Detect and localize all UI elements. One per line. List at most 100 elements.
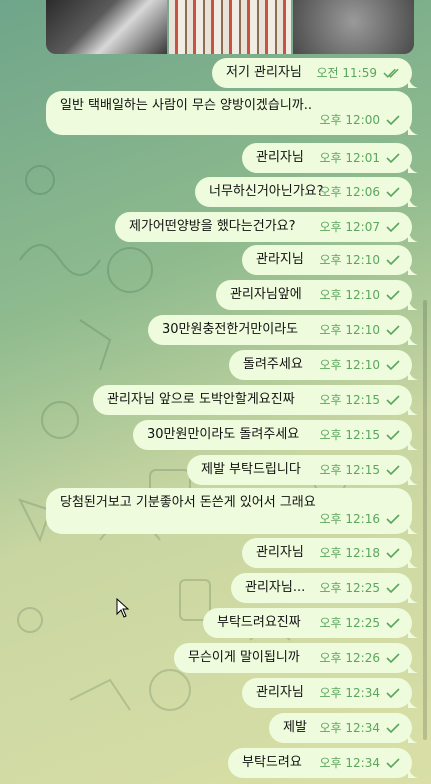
message-time: 오후 12:25 [319,581,380,595]
bubble-tail [408,298,418,310]
message-meta: 오후 12:10 [320,321,400,339]
message-bubble[interactable]: 제발 오후 12:34 [269,713,418,743]
bubble-tail [408,403,418,415]
check-icon [386,758,400,768]
message-time: 오후 12:26 [319,651,380,665]
message-bubble[interactable]: 부탁드려요 오후 12:34 [228,748,418,778]
double-check-icon [383,68,400,78]
media-album-preview[interactable] [46,0,414,54]
check-icon [386,583,400,593]
message-meta: 오후 12:25 [320,579,400,597]
check-icon [386,653,400,663]
album-photo-1[interactable] [46,0,168,54]
check-icon [386,688,400,698]
bubble-tail [408,661,418,673]
message-text: 관리자님... [245,580,306,595]
message-meta: 오후 12:18 [320,544,400,562]
message-bubble[interactable]: 관라지님 오후 12:10 [242,245,418,275]
message-time: 오후 12:18 [319,546,380,560]
message-text: 너무하신거아닌가요? [209,184,324,199]
message-text: 관리자님 [256,150,304,165]
bubble-tail [408,522,418,534]
message-bubble[interactable]: 제발 부탁드립니다 오후 12:15 [187,455,418,485]
message-meta: 오후 12:25 [320,614,400,632]
bubble-tail [408,438,418,450]
message-time: 오후 12:34 [319,686,380,700]
message-text: 관라지님 [256,252,304,267]
message-time: 오후 12:10 [319,323,380,337]
bubble-tail [408,766,418,778]
check-icon [386,465,400,475]
message-text: 30만원만이라도 돌려주세요 [147,427,300,442]
message-meta: 오후 12:00 [320,111,400,129]
check-icon [386,360,400,370]
message-bubble[interactable]: 부탁드려요진짜 오후 12:25 [203,608,418,638]
message-bubble[interactable]: 관리자님... 오후 12:25 [231,573,418,603]
message-bubble[interactable]: 관리자님 앞으로 도박안할게요진짜 오후 12:15 [93,385,418,415]
bubble-tail [408,76,418,88]
message-meta: 오후 12:34 [320,754,400,772]
message-bubble[interactable]: 관리자님 오후 12:34 [242,678,418,708]
message-time: 오후 12:00 [319,113,380,127]
message-bubble[interactable]: 관리자님 오후 12:18 [242,538,418,568]
message-meta: 오후 12:10 [320,286,400,304]
message-meta: 오후 12:26 [320,649,400,667]
message-text: 일반 택배일하는 사람이 무슨 양방이겠습니까.. [60,98,313,113]
message-time: 오후 12:10 [319,288,380,302]
check-icon [386,430,400,440]
message-text: 관리자님앞에 [230,287,302,302]
message-meta: 오후 12:15 [320,426,400,444]
message-text: 당첨된거보고 기분좋아서 돈쓴게 있어서 그래요 [60,495,316,510]
message-time: 오후 12:34 [319,756,380,770]
message-meta: 오후 12:16 [320,510,400,528]
message-text: 제발 [283,720,307,735]
message-bubble[interactable]: 일반 택배일하는 사람이 무슨 양방이겠습니까.. 오후 12:00 [46,91,418,135]
message-time: 오후 12:15 [319,428,380,442]
bubble-tail [408,263,418,275]
message-meta: 오후 12:07 [320,218,400,236]
message-bubble[interactable]: 제가어떤양방을 했다는건가요? 오후 12:07 [115,212,418,242]
message-text: 무슨이게 말이됩니까 [188,650,300,665]
bubble-tail [408,591,418,603]
message-bubble[interactable]: 관리자님앞에 오후 12:10 [216,280,418,310]
message-text: 부탁드려요진짜 [217,615,301,630]
check-icon [386,115,400,125]
message-time: 오후 12:10 [319,253,380,267]
check-icon [386,255,400,265]
message-bubble[interactable]: 관리자님 오후 12:01 [242,143,418,173]
message-text: 돌려주세요 [243,357,303,372]
message-time: 오전 11:59 [316,66,377,80]
message-text: 부탁드려요 [242,755,302,770]
message-meta: 오전 11:59 [317,64,400,82]
message-text: 관리자님 앞으로 도박안할게요진짜 [107,392,295,407]
message-bubble[interactable]: 너무하신거아닌가요? 오후 12:06 [195,177,418,207]
message-bubble[interactable]: 30만원충전한거만이라도 오후 12:10 [148,315,418,345]
message-bubble[interactable]: 저기 관리자님 오전 11:59 [212,58,418,88]
bubble-tail [408,731,418,743]
album-photo-3[interactable] [292,0,414,54]
message-bubble[interactable]: 돌려주세요 오후 12:10 [229,350,418,380]
bubble-tail [408,161,418,173]
bubble-tail [408,368,418,380]
album-photo-2[interactable] [169,0,291,54]
bubble-tail [408,333,418,345]
check-icon [386,548,400,558]
message-time: 오후 12:15 [319,393,380,407]
message-meta: 오후 12:34 [320,684,400,702]
bubble-tail [408,626,418,638]
message-text: 제발 부탁드립니다 [201,462,301,477]
message-bubble[interactable]: 30만원만이라도 돌려주세요 오후 12:15 [133,420,418,450]
check-icon [386,222,400,232]
message-time: 오후 12:01 [319,151,380,165]
message-meta: 오후 12:01 [320,149,400,167]
message-bubble[interactable]: 당첨된거보고 기분좋아서 돈쓴게 있어서 그래요오후 12:16 [46,488,418,534]
message-text: 관리자님 [256,545,304,560]
mouse-cursor-icon [116,598,130,618]
check-icon [386,723,400,733]
check-icon [386,514,400,524]
message-bubble[interactable]: 무슨이게 말이됩니까 오후 12:26 [174,643,418,673]
check-icon [386,395,400,405]
chat-scrollbar[interactable] [423,300,427,740]
message-meta: 오후 12:10 [320,356,400,374]
check-icon [386,325,400,335]
